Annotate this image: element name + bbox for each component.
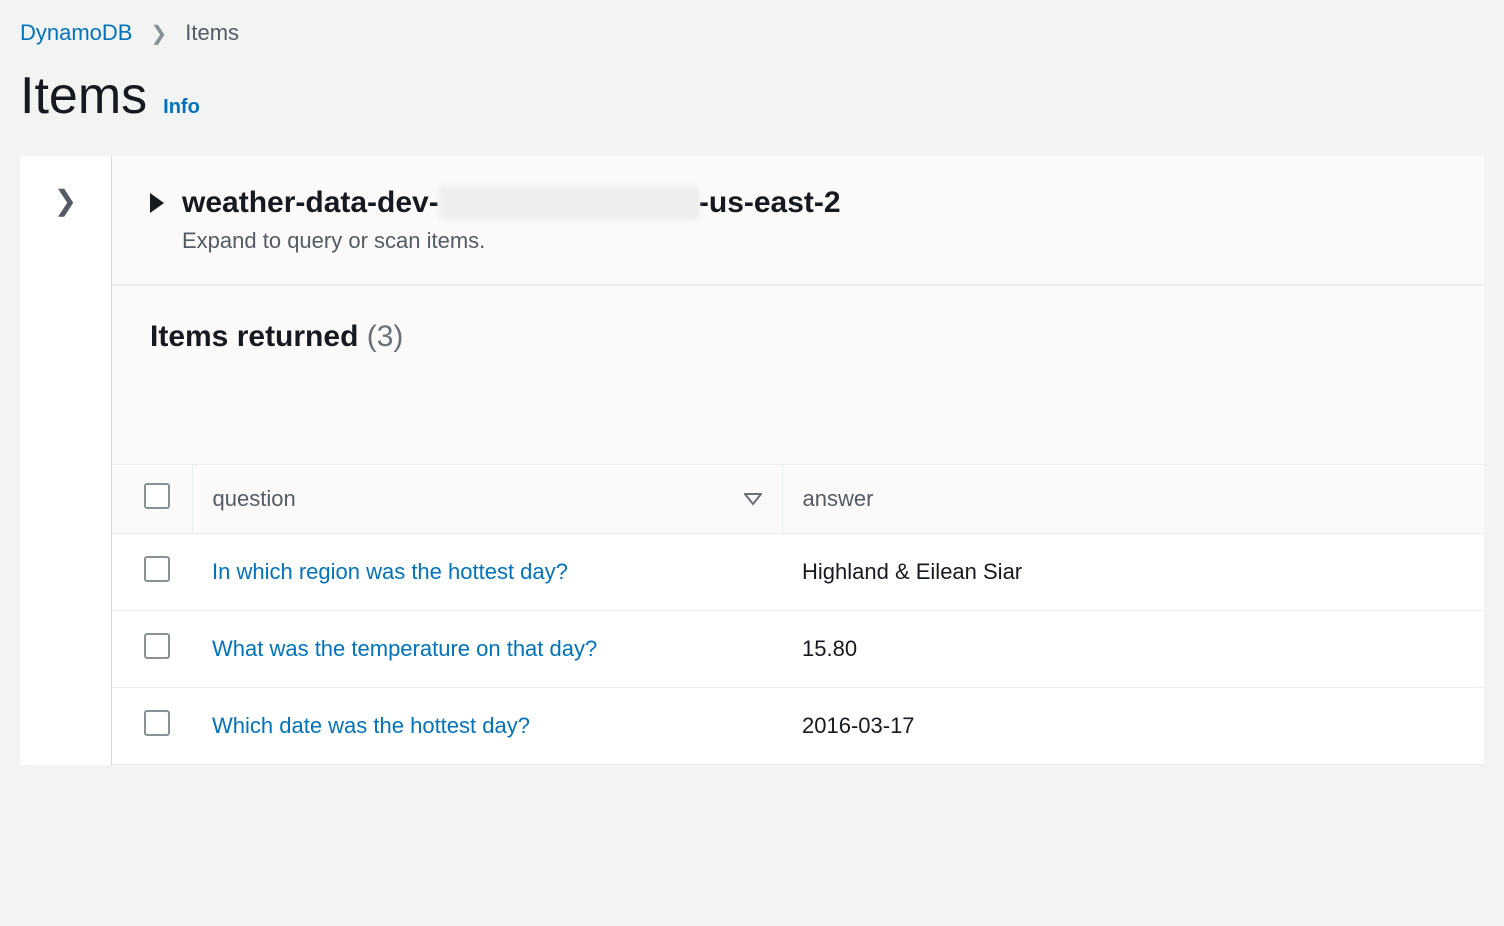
row-checkbox[interactable]: [144, 556, 170, 582]
sort-descending-icon: [744, 486, 762, 512]
item-question-link[interactable]: In which region was the hottest day?: [212, 559, 568, 584]
expand-hint: Expand to query or scan items.: [182, 228, 1446, 254]
results-table: question answer In which region was the …: [112, 464, 1484, 765]
select-all-checkbox[interactable]: [144, 483, 170, 509]
table-header-row: question answer: [112, 465, 1484, 534]
chevron-right-icon: ❯: [54, 184, 77, 765]
table-spacer: [112, 374, 1484, 464]
item-answer: 2016-03-17: [782, 688, 1484, 765]
info-link[interactable]: Info: [163, 96, 200, 119]
items-returned-title: Items returned (3): [150, 320, 1446, 354]
item-answer: 15.80: [782, 611, 1484, 688]
select-all-header: [112, 465, 192, 534]
table-name-redacted: XXXXXXXXXXXXX: [439, 186, 699, 220]
column-header-answer[interactable]: answer: [782, 465, 1484, 534]
table-name-prefix: weather-data-dev-: [182, 186, 439, 219]
row-checkbox[interactable]: [144, 633, 170, 659]
item-answer: Highland & Eilean Siar: [782, 534, 1484, 611]
table-row: What was the temperature on that day? 15…: [112, 611, 1484, 688]
table-header-block: weather-data-dev-XXXXXXXXXXXXX-us-east-2…: [112, 156, 1484, 286]
side-panel-toggle[interactable]: ❯: [20, 156, 112, 765]
main-panel: ❯ weather-data-dev-XXXXXXXXXXXXX-us-east…: [20, 156, 1484, 765]
page-title: Items: [20, 66, 147, 126]
item-question-link[interactable]: Which date was the hottest day?: [212, 713, 530, 738]
column-header-question-label: question: [213, 486, 296, 512]
table-name-suffix: -us-east-2: [699, 186, 841, 219]
table-name: weather-data-dev-XXXXXXXXXXXXX-us-east-2: [182, 186, 841, 220]
items-returned-count: (3): [367, 320, 404, 353]
chevron-right-icon: ❯: [150, 21, 167, 46]
page-title-row: Items Info: [0, 56, 1504, 156]
table-row: Which date was the hottest day? 2016-03-…: [112, 688, 1484, 765]
breadcrumb: DynamoDB ❯ Items: [0, 0, 1504, 56]
column-header-question[interactable]: question: [192, 465, 782, 534]
table-row: In which region was the hottest day? Hig…: [112, 534, 1484, 611]
row-checkbox[interactable]: [144, 710, 170, 736]
breadcrumb-root-link[interactable]: DynamoDB: [20, 20, 132, 46]
caret-right-icon: [150, 193, 164, 213]
items-returned-label: Items returned: [150, 320, 358, 353]
table-expand-toggle[interactable]: weather-data-dev-XXXXXXXXXXXXX-us-east-2: [150, 186, 1446, 220]
item-question-link[interactable]: What was the temperature on that day?: [212, 636, 597, 661]
items-returned-block: Items returned (3): [112, 286, 1484, 374]
breadcrumb-current: Items: [185, 20, 239, 46]
